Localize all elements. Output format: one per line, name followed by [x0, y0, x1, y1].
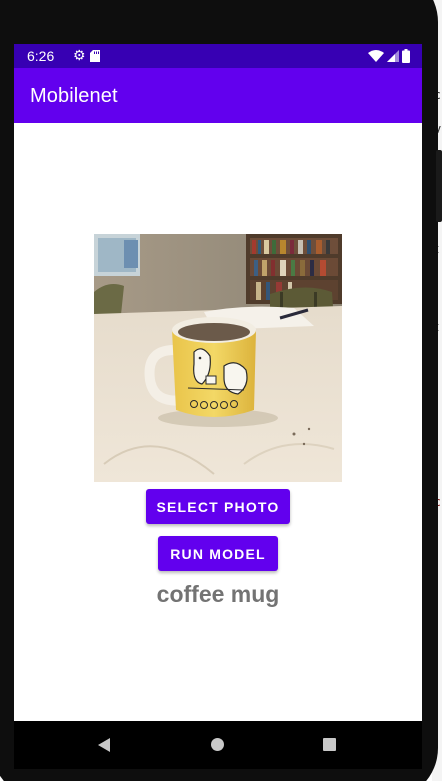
wifi-icon [368, 50, 384, 62]
prediction-label: coffee mug [156, 581, 280, 607]
coffee-mug-photo [94, 234, 342, 482]
power-button[interactable] [436, 150, 442, 222]
status-indicators [368, 49, 410, 63]
navigation-bar [14, 721, 422, 769]
back-icon[interactable] [98, 738, 110, 752]
sd-card-icon [90, 50, 100, 62]
app-bar: Mobilenet [14, 68, 422, 123]
battery-icon [402, 49, 410, 63]
gear-icon: ⚙ [73, 47, 86, 63]
status-time: 6:26 [27, 48, 55, 64]
run-model-button[interactable]: RUN MODEL [158, 536, 278, 571]
status-bar: 6:26 ⚙ [14, 44, 422, 68]
recents-icon[interactable] [323, 738, 336, 751]
app-title: Mobilenet [30, 85, 118, 107]
home-icon[interactable] [211, 738, 224, 751]
device-screen: 6:26 ⚙ Mobilenet SELECT PHOTO RUN MODEL … [14, 44, 422, 721]
select-photo-button[interactable]: SELECT PHOTO [146, 489, 290, 524]
cellular-signal-icon [387, 50, 399, 62]
